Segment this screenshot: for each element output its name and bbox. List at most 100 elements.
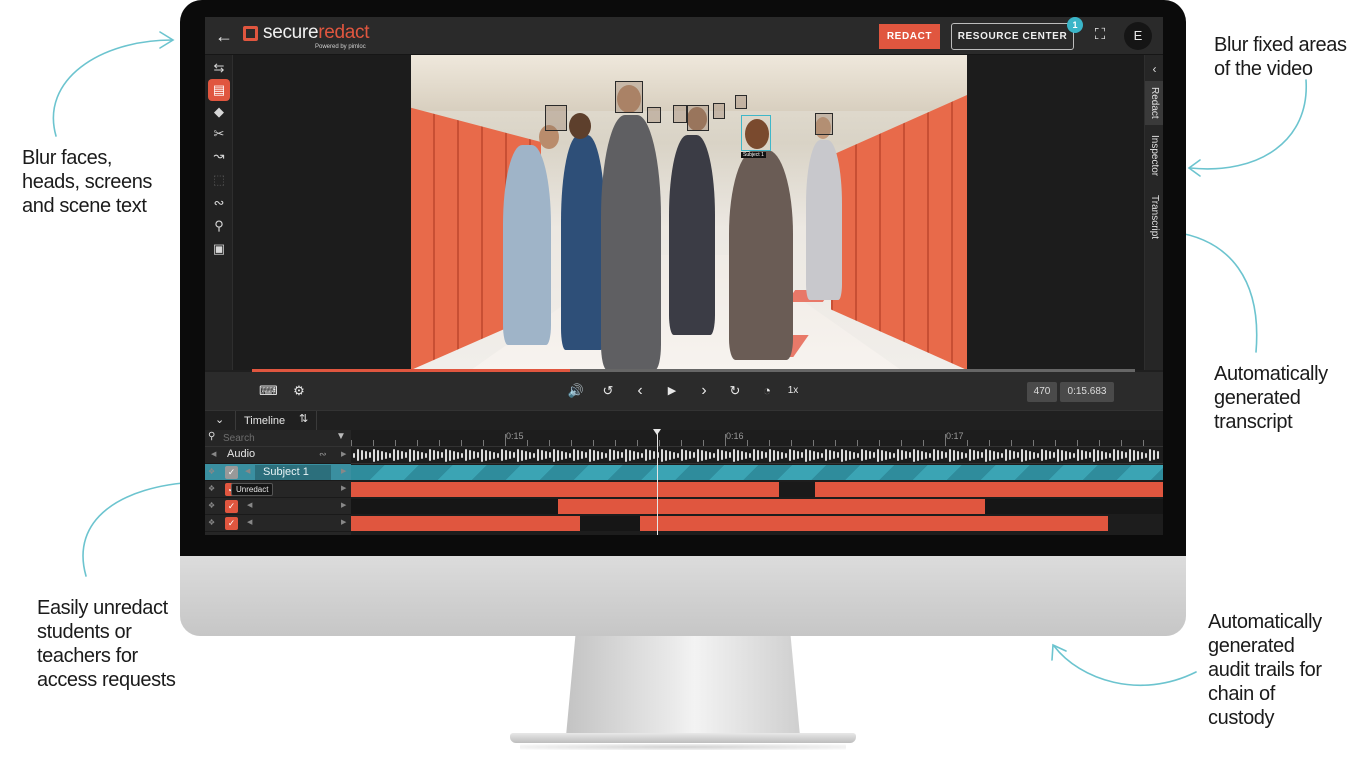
scissors-icon[interactable]: ✂ [208, 123, 230, 145]
track-label[interactable]: Subject 1 [255, 465, 331, 480]
audio-waveform[interactable] [351, 447, 1163, 464]
ruler-tick [637, 440, 638, 446]
zoom-icon[interactable]: ⚲ [208, 215, 230, 237]
waveform-bar [381, 450, 383, 460]
audio-track-row[interactable]: ◀ Audio ∾ ▶ [205, 447, 351, 464]
caret-left-icon[interactable]: ◀ [247, 518, 252, 526]
waveform-bar [393, 449, 395, 461]
face-redaction-box[interactable] [815, 113, 833, 135]
next-frame-icon[interactable]: › [695, 382, 713, 400]
waveform-bar [697, 448, 699, 462]
time-ruler[interactable]: 0:15 0:16 0:17 [351, 430, 1163, 447]
waveform-bar [985, 448, 987, 462]
track-segment[interactable] [558, 499, 985, 514]
waveform-bar [577, 450, 579, 460]
waveform-bar [1045, 450, 1047, 460]
caret-right-icon[interactable]: ▶ [341, 450, 346, 458]
play-icon[interactable]: ▶ [663, 382, 681, 400]
pin-icon[interactable]: ❖ [208, 501, 215, 510]
rewind-5-icon[interactable]: ↺ [599, 382, 617, 400]
track-segment[interactable] [815, 482, 1163, 497]
filter-icon[interactable]: ▼ [336, 431, 346, 442]
playhead[interactable] [657, 430, 658, 535]
timeline-canvas[interactable]: 0:15 0:16 0:17 [351, 429, 1163, 535]
track-row-subject-1[interactable]: ❖ ✓ ◀ Subject 1 ▶ [205, 464, 351, 481]
waveform-bar [733, 448, 735, 462]
tab-redact[interactable]: Redact [1145, 81, 1163, 125]
sort-icon[interactable]: ⇅ [299, 412, 308, 425]
ruler-tick [1033, 440, 1034, 446]
track-segment[interactable] [351, 482, 779, 497]
caret-right-icon[interactable]: ▶ [341, 501, 346, 509]
track-segment-subject-1[interactable] [351, 465, 1163, 480]
track-checkbox[interactable]: ✓ [225, 517, 238, 530]
track-checkbox[interactable]: ✓ [225, 466, 238, 479]
avatar[interactable]: E [1124, 22, 1152, 50]
keyboard-icon[interactable]: ⌨ [259, 382, 278, 400]
forward-5-icon[interactable]: ↻ [726, 382, 744, 400]
tab-transcript[interactable]: Transcript [1145, 187, 1163, 247]
face-redaction-box[interactable] [687, 105, 709, 131]
caret-right-icon[interactable]: ▶ [341, 484, 346, 492]
ruler-tick [967, 440, 968, 446]
subject-selection-box[interactable] [741, 115, 771, 151]
volume-icon[interactable]: 🔊 [567, 382, 585, 400]
caret-right-icon[interactable]: ▶ [341, 467, 346, 475]
waveform-bar [609, 449, 611, 461]
track-segment[interactable] [351, 516, 580, 531]
fullscreen-icon[interactable]: ⛶ [1091, 26, 1109, 44]
previous-frame-icon[interactable]: ‹ [631, 382, 649, 400]
tab-inspector[interactable]: Inspector [1145, 127, 1163, 185]
caret-left-icon[interactable]: ◀ [211, 450, 216, 458]
waveform-bar [493, 451, 495, 459]
resource-center-button[interactable]: RESOURCE CENTER [951, 23, 1074, 50]
track-row[interactable]: ❖ ✓ ▶ [205, 481, 351, 498]
face-redaction-box[interactable] [673, 105, 687, 123]
caret-left-icon[interactable]: ◀ [247, 501, 252, 509]
hearing-icon[interactable]: ∾ [208, 192, 230, 214]
track-row[interactable]: ❖ ✓ ◀ ▶ [205, 498, 351, 515]
pin-icon[interactable]: ❖ [208, 518, 215, 527]
waveform-bar [497, 452, 499, 458]
region-icon[interactable]: ▣ [208, 238, 230, 260]
waveform-bar [1065, 450, 1067, 460]
face-redaction-box[interactable] [735, 95, 747, 109]
tag-icon[interactable]: ◆ [208, 101, 230, 123]
video-frame[interactable]: Subject 1 [411, 55, 967, 370]
track-row[interactable]: ❖ ✓ ◀ ▶ [205, 515, 351, 532]
chevron-down-icon[interactable]: ⌄ [215, 413, 224, 426]
playhead-handle[interactable] [653, 429, 661, 435]
face-redaction-box[interactable] [545, 105, 567, 131]
caret-left-icon[interactable]: ◀ [245, 467, 250, 475]
playback-speed[interactable]: 1x [782, 382, 804, 400]
hearing-icon[interactable]: ∾ [319, 449, 327, 460]
redact-list-icon[interactable]: ▤ [208, 79, 230, 101]
search-input[interactable] [223, 432, 333, 445]
track-segment[interactable] [640, 516, 1108, 531]
waveform-bar [965, 452, 967, 458]
waveform-bar [613, 450, 615, 460]
speedometer-icon[interactable]: ◔ [758, 382, 776, 400]
motion-icon[interactable]: ↝ [208, 145, 230, 167]
student-head [569, 113, 591, 139]
pin-icon[interactable]: ❖ [208, 467, 215, 476]
timeline-track-list: ⚲ ▼ ◀ Audio ∾ ▶ ❖ ✓ ◀ Subject 1 ▶ Unreda… [205, 430, 351, 535]
waveform-bar [873, 452, 875, 458]
box-select-icon[interactable]: ⬚ [208, 169, 230, 191]
gear-icon[interactable]: ⚙ [290, 382, 308, 400]
arrow-left-icon[interactable]: ← [213, 25, 235, 47]
track-checkbox[interactable]: ✓ [225, 500, 238, 513]
callout-blur-fixed-areas: Blur fixed areas of the video [1214, 34, 1347, 80]
face-redaction-box[interactable] [615, 81, 643, 113]
waveform-bar [585, 452, 587, 458]
track-gap [985, 499, 1163, 514]
caret-right-icon[interactable]: ▶ [341, 518, 346, 526]
chevron-left-icon[interactable]: ‹ [1145, 61, 1163, 77]
face-redaction-box[interactable] [713, 103, 725, 119]
face-redaction-box[interactable] [647, 107, 661, 123]
pin-icon[interactable]: ❖ [208, 484, 215, 493]
waveform-bar [1029, 450, 1031, 460]
swap-icon[interactable]: ⇆ [208, 57, 230, 79]
waveform-bar [1001, 452, 1003, 458]
redact-button[interactable]: REDACT [879, 24, 940, 49]
